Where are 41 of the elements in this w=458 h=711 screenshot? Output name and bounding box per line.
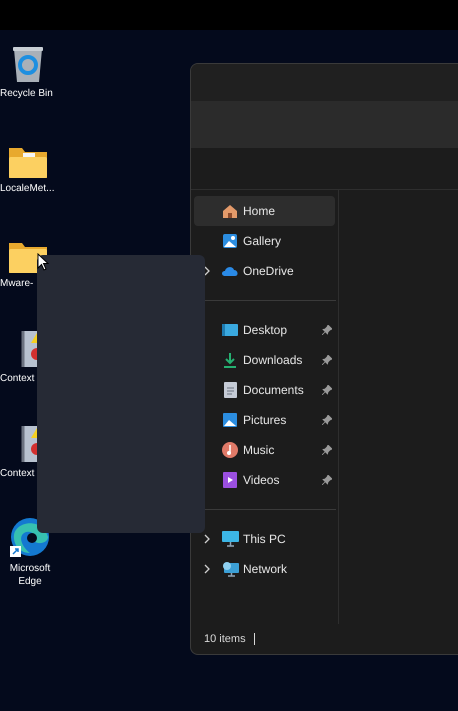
music-note-icon bbox=[222, 442, 238, 458]
folder-icon bbox=[8, 145, 48, 179]
recycle-bin-icon bbox=[10, 44, 46, 84]
pin-icon[interactable] bbox=[322, 415, 332, 425]
nav-item[interactable]: Network bbox=[194, 554, 335, 584]
picture-icon bbox=[222, 412, 238, 428]
chevron-icon[interactable] bbox=[204, 266, 210, 276]
nav-item[interactable]: Videos bbox=[194, 465, 335, 495]
desktop-icon-label[interactable]: Recycle Bin bbox=[0, 87, 53, 100]
pin-icon[interactable] bbox=[322, 355, 332, 365]
pin-icon[interactable] bbox=[322, 445, 332, 455]
desktop-icon-label[interactable]: Microsoft Edge bbox=[10, 562, 50, 588]
document-icon bbox=[224, 382, 236, 398]
cursor-icon bbox=[37, 253, 49, 271]
nav-item[interactable]: Desktop bbox=[194, 315, 335, 345]
pin-icon[interactable] bbox=[322, 385, 332, 395]
picture-icon bbox=[222, 233, 238, 249]
desktop-icon-label[interactable]: Mware- bbox=[0, 277, 34, 290]
monitor-icon bbox=[222, 531, 238, 547]
pin-icon[interactable] bbox=[322, 475, 332, 485]
nav-item[interactable]: Pictures bbox=[194, 405, 335, 435]
desktop-icon-label[interactable]: Context bbox=[0, 372, 34, 385]
chevron-icon[interactable] bbox=[204, 564, 210, 574]
status-text: 10 items bbox=[204, 632, 246, 647]
nav-item[interactable]: This PC bbox=[194, 524, 335, 554]
nav-item[interactable]: Documents bbox=[194, 375, 335, 405]
nav-item[interactable]: Home bbox=[194, 196, 335, 226]
nav-item[interactable]: OneDrive bbox=[194, 256, 335, 286]
network-icon bbox=[222, 561, 238, 577]
house-icon bbox=[222, 203, 238, 219]
download-icon bbox=[223, 352, 237, 368]
pin-icon[interactable] bbox=[322, 325, 332, 335]
nav-item[interactable]: Downloads bbox=[194, 345, 335, 375]
cloud-icon bbox=[221, 265, 239, 277]
desktop-icon-label[interactable]: LocaleMet... bbox=[0, 182, 54, 195]
video-icon bbox=[223, 472, 237, 488]
nav-item[interactable]: Gallery bbox=[194, 226, 335, 256]
nav-item[interactable]: Music bbox=[194, 435, 335, 465]
chevron-icon[interactable] bbox=[204, 534, 210, 544]
desktop-icon bbox=[222, 323, 238, 337]
desktop-icon-label[interactable]: Context bbox=[0, 467, 34, 480]
